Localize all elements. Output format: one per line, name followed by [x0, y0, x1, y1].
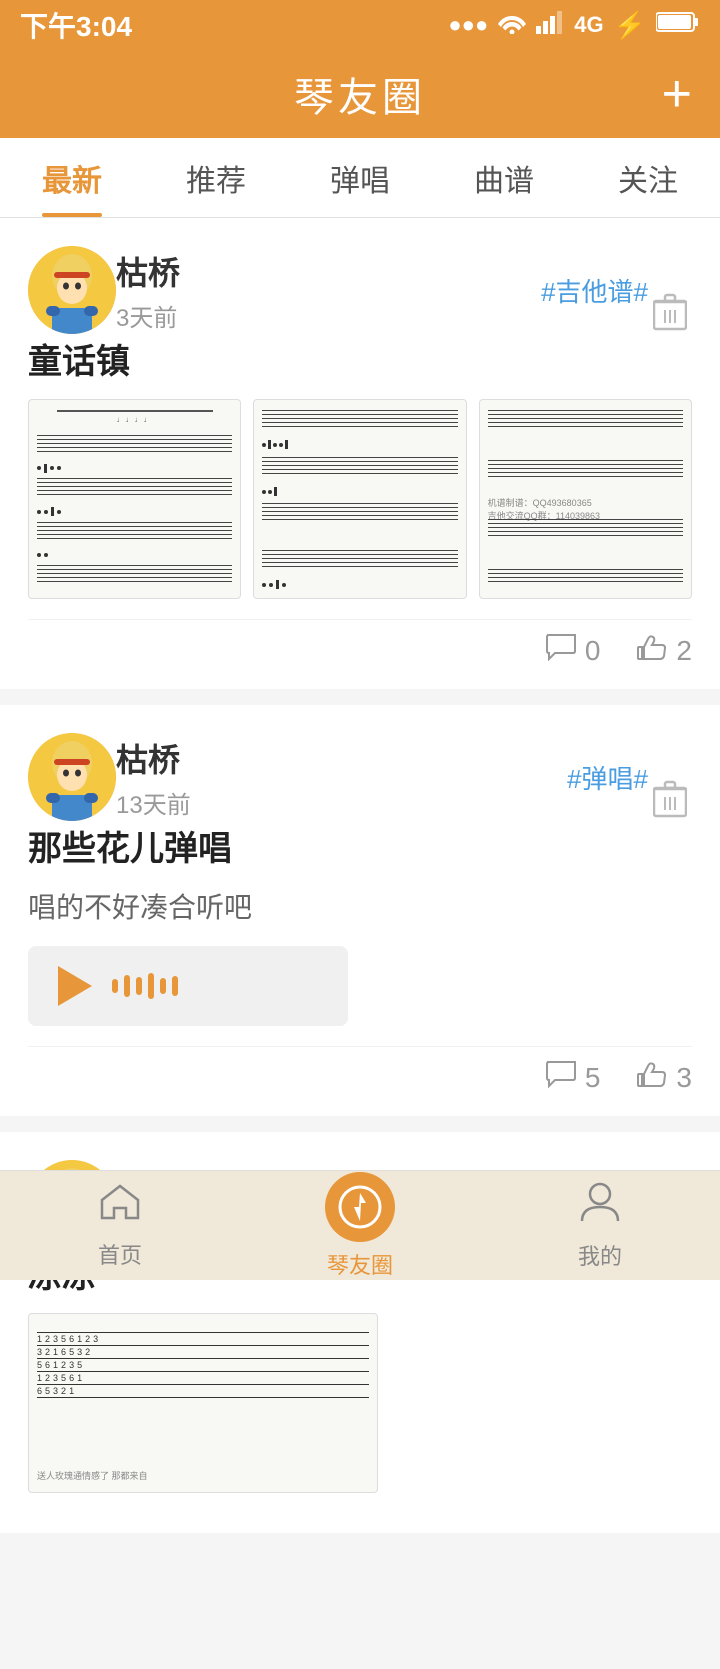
post-footer: 0 2: [28, 619, 692, 669]
sheet-thumb-3[interactable]: 机谱制谱：QQ493680365 吉他交流QQ群：114039863: [479, 399, 692, 599]
bottom-spacer: [0, 1549, 720, 1669]
sound-waves: [112, 973, 178, 999]
tab-play[interactable]: 弹唱: [288, 138, 432, 217]
status-icons: ●●● 4G ⚡: [448, 10, 700, 41]
header-title: 琴友圈: [294, 65, 426, 123]
like-stat[interactable]: 2: [636, 632, 692, 669]
delete-button[interactable]: [648, 290, 692, 334]
nav-mine-label: 我的: [578, 1239, 622, 1271]
post-tag[interactable]: #吉他谱#: [541, 272, 648, 309]
sheet-music-row: 12356123 3216532 561235 123561: [28, 1313, 692, 1493]
comment-icon: [545, 632, 577, 669]
comment-stat[interactable]: 5: [545, 1059, 601, 1096]
sheet-thumb-1[interactable]: ♩♩♩♩: [28, 399, 241, 599]
post-footer: 5 3: [28, 1046, 692, 1096]
bottom-nav: 首页 琴友圈 我的: [0, 1170, 720, 1280]
nav-qinyouquan-label: 琴友圈: [327, 1248, 393, 1280]
wifi-signal-icon: [498, 10, 526, 40]
tab-latest[interactable]: 最新: [0, 138, 144, 217]
post-header: 枯桥 13天前 #弹唱#: [28, 733, 692, 821]
like-stat[interactable]: 3: [636, 1059, 692, 1096]
post-time: 13天前: [116, 785, 191, 820]
avatar[interactable]: [28, 246, 116, 334]
tab-bar: 最新 推荐 弹唱 曲谱 关注: [0, 138, 720, 218]
qinyouquan-icon: [325, 1172, 395, 1242]
like-count: 3: [676, 1062, 692, 1094]
add-button[interactable]: +: [662, 68, 692, 120]
content-area: 枯桥 3天前 #吉他谱# 童话镇: [0, 218, 720, 1669]
like-icon: [636, 632, 668, 669]
nav-mine[interactable]: 我的: [480, 1181, 720, 1271]
avatar[interactable]: [28, 733, 116, 821]
tab-follow[interactable]: 关注: [576, 138, 720, 217]
post-top-row: 枯桥 13天前 #弹唱#: [116, 735, 648, 820]
play-button[interactable]: [58, 966, 92, 1006]
post-top-row: 枯桥 3天前 #吉他谱#: [116, 248, 648, 333]
bolt-icon: ⚡: [614, 10, 646, 41]
comment-count: 5: [585, 1062, 601, 1094]
post-user-section: 枯桥 3天前 #吉他谱#: [116, 248, 648, 333]
sheet-thumb-4[interactable]: 12356123 3216532 561235 123561: [28, 1313, 378, 1493]
sheet-thumb-2[interactable]: [253, 399, 466, 599]
like-icon: [636, 1059, 668, 1096]
post-description: 唱的不好凑合听吧: [28, 886, 692, 926]
signal-bars-icon: [536, 10, 564, 40]
delete-button[interactable]: [648, 777, 692, 821]
network-type: 4G: [574, 12, 603, 38]
nav-home[interactable]: 首页: [0, 1182, 240, 1270]
post-username: 枯桥: [116, 735, 191, 781]
sheet-music-row: ♩♩♩♩: [28, 399, 692, 599]
like-count: 2: [676, 635, 692, 667]
post-title: 那些花儿弹唱: [28, 821, 692, 870]
tab-score[interactable]: 曲谱: [432, 138, 576, 217]
post-user-section: 枯桥 13天前 #弹唱#: [116, 735, 648, 820]
post-card: 枯桥 13天前 #弹唱# 那些花儿弹唱: [0, 705, 720, 1116]
post-username: 枯桥: [116, 248, 180, 294]
status-time: 下午3:04: [20, 5, 132, 45]
post-title: 童话镇: [28, 334, 692, 383]
comment-stat[interactable]: 0: [545, 632, 601, 669]
user-icon: [580, 1181, 620, 1233]
header: 琴友圈 +: [0, 50, 720, 138]
post-header: 枯桥 3天前 #吉他谱#: [28, 246, 692, 334]
audio-player[interactable]: [28, 946, 348, 1026]
comment-count: 0: [585, 635, 601, 667]
nav-home-label: 首页: [98, 1238, 142, 1270]
home-icon: [98, 1182, 142, 1232]
post-tag[interactable]: #弹唱#: [567, 759, 648, 796]
tab-recommend[interactable]: 推荐: [144, 138, 288, 217]
battery-icon: [656, 11, 700, 39]
status-bar: 下午3:04 ●●● 4G ⚡: [0, 0, 720, 50]
nav-qinyouquan[interactable]: 琴友圈: [240, 1172, 480, 1280]
post-time: 3天前: [116, 298, 180, 333]
post-card: 枯桥 3天前 #吉他谱# 童话镇: [0, 218, 720, 689]
wifi-icon: ●●●: [448, 12, 488, 38]
comment-icon: [545, 1059, 577, 1096]
